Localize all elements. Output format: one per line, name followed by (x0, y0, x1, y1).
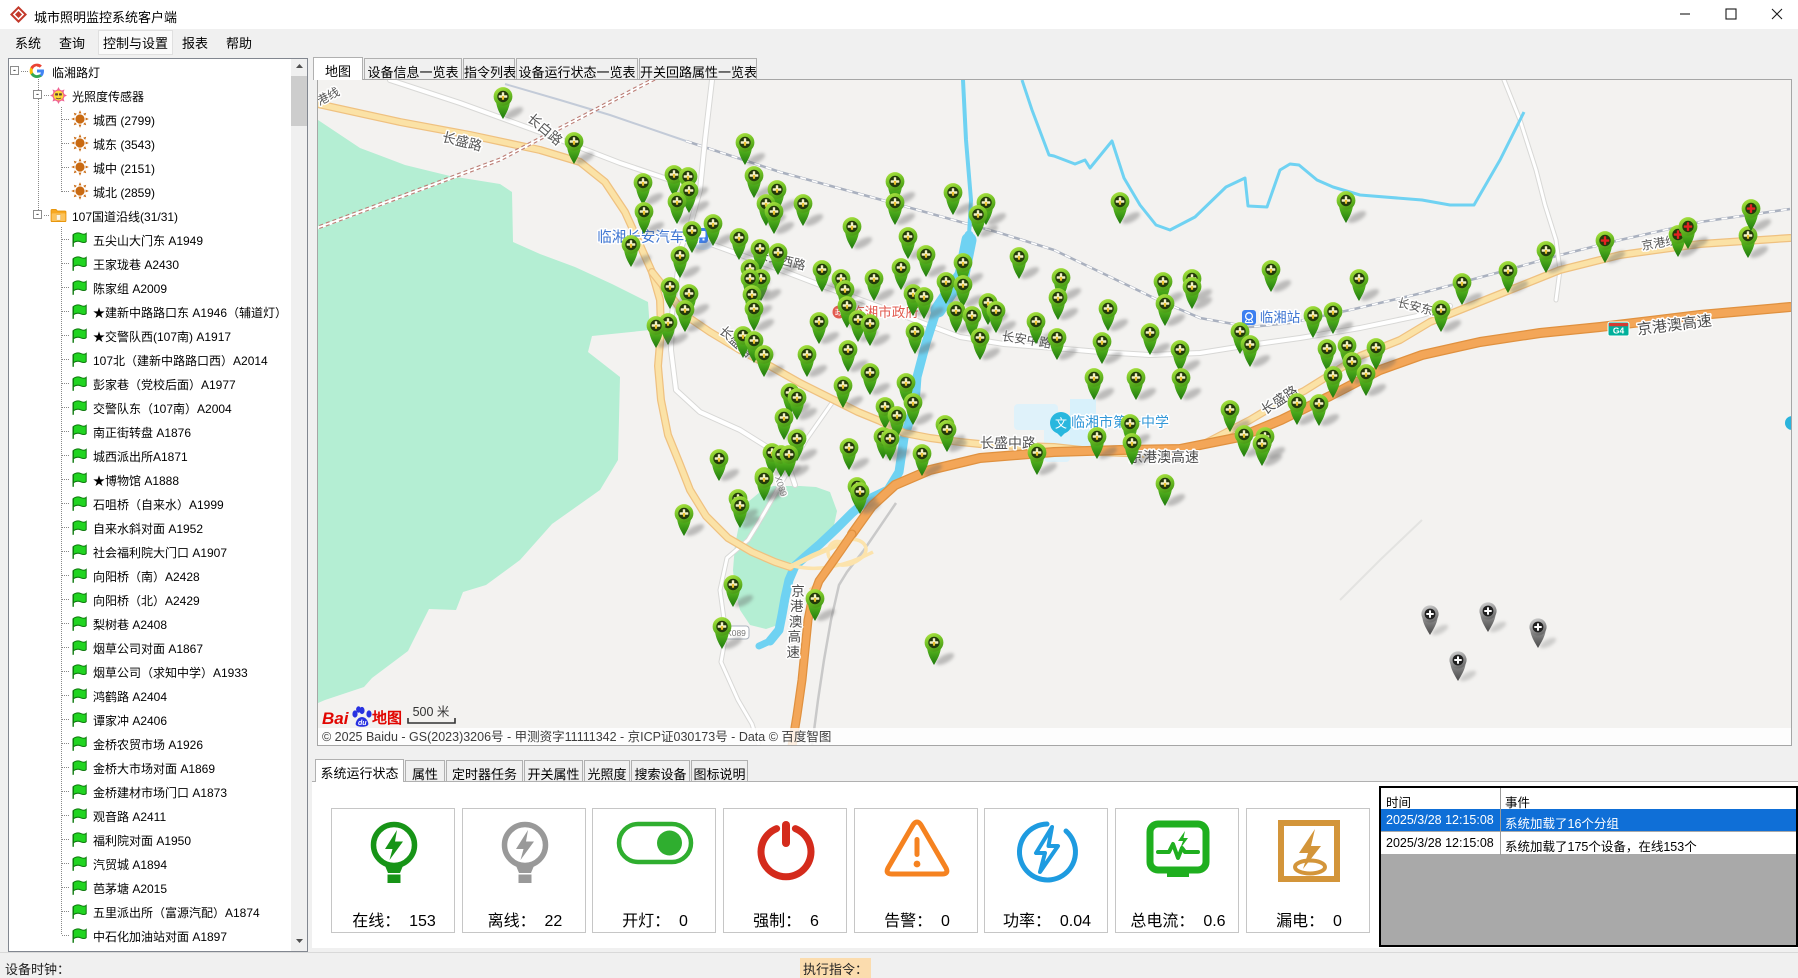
svg-text:G4: G4 (1613, 326, 1625, 336)
svg-text:速: 速 (786, 645, 800, 660)
svg-text:© 2025 Baidu - GS(2023)3206号 -: © 2025 Baidu - GS(2023)3206号 - 甲测资字11111… (322, 729, 831, 744)
svg-text:地图: 地图 (372, 709, 402, 727)
svg-text:Bai: Bai (322, 709, 350, 728)
svg-text:长盛中路: 长盛中路 (980, 435, 1036, 451)
svg-text:澳: 澳 (789, 614, 803, 629)
svg-text:文: 文 (1055, 416, 1067, 431)
svg-text:临湘市第一中学: 临湘市第一中学 (1071, 414, 1169, 430)
svg-text:临湘站: 临湘站 (1260, 310, 1301, 325)
svg-text:du: du (358, 720, 367, 727)
svg-text:高: 高 (788, 629, 802, 645)
svg-text:500 米: 500 米 (413, 705, 450, 719)
svg-text:港: 港 (790, 599, 804, 614)
svg-text:京: 京 (791, 584, 805, 599)
